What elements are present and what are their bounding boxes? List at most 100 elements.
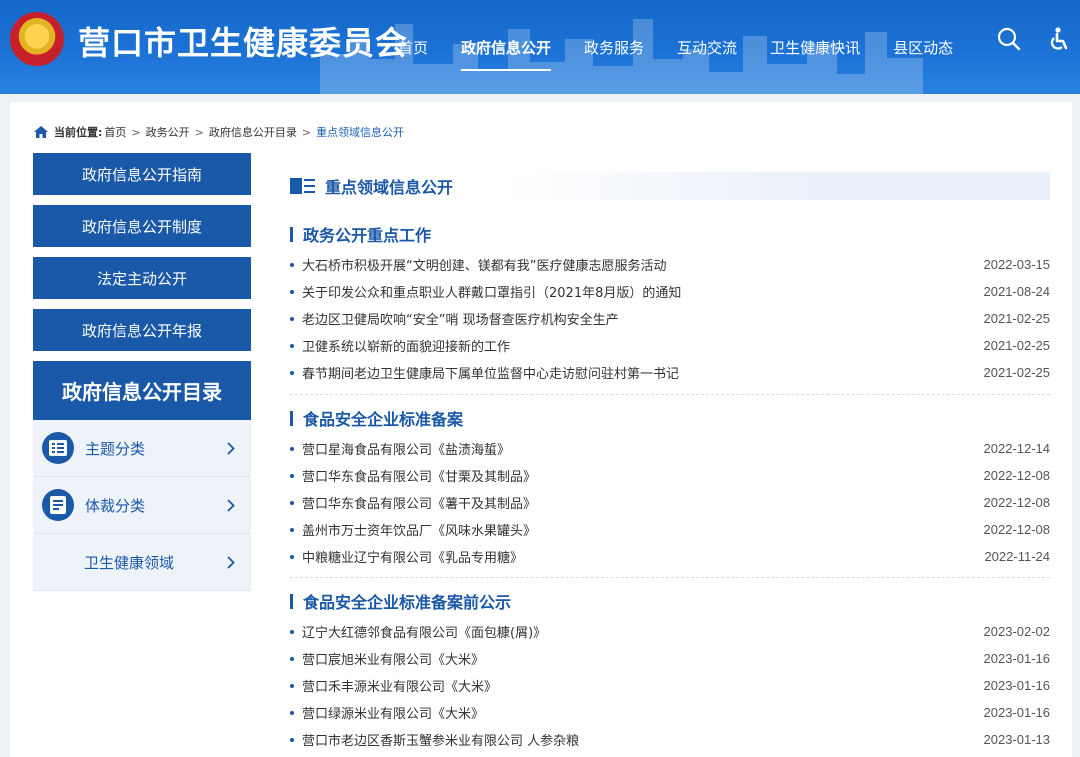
breadcrumb-catalog[interactable]: 政府信息公开目录 [209, 124, 297, 140]
news-title[interactable]: 卫健系统以崭新的面貌迎接新的工作 [302, 336, 510, 355]
search-icon[interactable] [996, 26, 1022, 52]
bullet [290, 737, 294, 742]
chevron-right-icon [227, 442, 235, 455]
sidebar-button-annual-report[interactable]: 政府信息公开年报 [33, 309, 251, 351]
catalog-heading: 政府信息公开目录 [33, 361, 251, 420]
breadcrumb-separator: > [194, 125, 204, 139]
list-title-icon [290, 178, 315, 194]
news-date: 2021-02-25 [983, 338, 1051, 353]
accessibility-icon[interactable] [1046, 26, 1072, 52]
sidebar-button-system[interactable]: 政府信息公开制度 [33, 205, 251, 247]
section-title: 食品安全企业标准备案前公示 [290, 589, 1050, 613]
catalog-item-topic[interactable]: 主题分类 [33, 420, 251, 477]
bullet [290, 316, 294, 321]
news-date: 2023-01-13 [983, 732, 1051, 747]
news-item[interactable]: 中粮糖业辽宁有限公司《乳品专用糖》 2022-11-24 [290, 543, 1050, 570]
bullet [290, 289, 294, 294]
nav-item-interaction[interactable]: 互动交流 [677, 23, 737, 72]
news-date: 2021-08-24 [983, 284, 1051, 299]
news-title[interactable]: 营口华东食品有限公司《薯干及其制品》 [302, 493, 536, 512]
news-title[interactable]: 营口宸旭米业有限公司《大米》 [302, 649, 484, 668]
news-title[interactable]: 营口华东食品有限公司《甘栗及其制品》 [302, 466, 536, 485]
news-title[interactable]: 营口禾丰源米业有限公司《大米》 [302, 676, 497, 695]
news-title[interactable]: 春节期间老边卫生健康局下属单位监督中心走访慰问驻村第一书记 [302, 363, 679, 382]
bullet [290, 656, 294, 661]
news-item[interactable]: 营口市老边区香斯玉蟹参米业有限公司 人参杂粮 2023-01-13 [290, 726, 1050, 753]
news-item[interactable]: 盖州市万士资年饮品厂《风味水果罐头》 2022-12-08 [290, 516, 1050, 543]
news-item[interactable]: 营口绿源米业有限公司《大米》 2023-01-16 [290, 699, 1050, 726]
news-title[interactable]: 中粮糖业辽宁有限公司《乳品专用糖》 [302, 547, 523, 566]
sidebar-button-guide[interactable]: 政府信息公开指南 [33, 153, 251, 195]
nav-item-county-news[interactable]: 县区动态 [893, 23, 953, 72]
news-item[interactable]: 卫健系统以崭新的面貌迎接新的工作 2021-02-25 [290, 332, 1050, 359]
catalog-item-health-domain[interactable]: 卫生健康领域 [33, 534, 251, 591]
chevron-right-icon [227, 556, 235, 569]
section-title: 政务公开重点工作 [290, 222, 1050, 246]
news-date: 2022-11-24 [984, 549, 1050, 564]
news-title[interactable]: 营口星海食品有限公司《盐渍海蜇》 [302, 439, 510, 458]
bullet [290, 683, 294, 688]
breadcrumb-current: 重点领域信息公开 [316, 126, 405, 139]
nav-item-home[interactable]: 首页 [398, 23, 428, 72]
news-item[interactable]: 辽宁大红德邻食品有限公司《面包糠(屑)》 2023-02-02 [290, 618, 1050, 645]
bullet [290, 710, 294, 715]
news-item[interactable]: 老边区卫健局吹响“安全”哨 现场督查医疗机构安全生产 2021-02-25 [290, 305, 1050, 332]
news-item[interactable]: 营口禾丰源米业有限公司《大米》 2023-01-16 [290, 672, 1050, 699]
news-title[interactable]: 营口市老边区香斯玉蟹参米业有限公司 人参杂粮 [302, 730, 579, 749]
news-list: 辽宁大红德邻食品有限公司《面包糠(屑)》 2023-02-02 营口宸旭米业有限公… [290, 618, 1050, 753]
news-title[interactable]: 辽宁大红德邻食品有限公司《面包糠(屑)》 [302, 622, 546, 641]
news-item[interactable]: 营口星海食品有限公司《盐渍海蜇》 2022-12-14 [290, 435, 1050, 462]
news-title[interactable]: 盖州市万士资年饮品厂《风味水果罐头》 [302, 520, 536, 539]
section-bar [290, 410, 293, 426]
main-panel: 当前位置: 首页 > 政务公开 > 政府信息公开目录 > 重点领域信息公开 政府… [10, 102, 1072, 757]
section-food-standard: 食品安全企业标准备案 营口星海食品有限公司《盐渍海蜇》 2022-12-14 营口… [290, 406, 1050, 570]
news-list: 营口星海食品有限公司《盐渍海蜇》 2022-12-14 营口华东食品有限公司《甘栗… [290, 435, 1050, 570]
news-title[interactable]: 老边区卫健局吹响“安全”哨 现场督查医疗机构安全生产 [302, 309, 619, 328]
section-title-text: 食品安全企业标准备案 [303, 410, 464, 429]
news-title[interactable]: 大石桥市积极开展“文明创建、镁都有我”医疗健康志愿服务活动 [302, 255, 666, 274]
news-date: 2022-03-15 [983, 257, 1051, 272]
news-title[interactable]: 关于印发公众和重点职业人群戴口罩指引（2021年8月版）的通知 [302, 282, 681, 301]
site-title: 营口市卫生健康委员会 [78, 24, 409, 62]
catalog-item-label: 体裁分类 [85, 496, 146, 515]
nav-item-services[interactable]: 政务服务 [584, 23, 644, 72]
catalog-item-genre[interactable]: 体裁分类 [33, 477, 251, 534]
news-date: 2022-12-08 [983, 522, 1051, 537]
site-header: 营口市卫生健康委员会 首页 政府信息公开 政务服务 互动交流 卫生健康快讯 县区… [0, 0, 1080, 94]
news-date: 2023-01-16 [983, 651, 1051, 666]
bullet [290, 500, 294, 505]
sidebar-button-statutory[interactable]: 法定主动公开 [33, 257, 251, 299]
section-food-prepublicity: 食品安全企业标准备案前公示 辽宁大红德邻食品有限公司《面包糠(屑)》 2023-0… [290, 589, 1050, 753]
bullet [290, 343, 294, 348]
content-area: 重点领域信息公开 政务公开重点工作 大石桥市积极开展“文明创建、镁都有我”医疗健… [290, 172, 1050, 749]
news-item[interactable]: 营口宸旭米业有限公司《大米》 2023-01-16 [290, 645, 1050, 672]
chevron-right-icon [227, 499, 235, 512]
news-item[interactable]: 营口华东食品有限公司《薯干及其制品》 2022-12-08 [290, 489, 1050, 516]
news-date: 2023-02-02 [983, 624, 1051, 639]
breadcrumb-label: 当前位置: [54, 126, 103, 139]
news-date: 2022-12-08 [983, 495, 1051, 510]
breadcrumb-separator: > [301, 125, 312, 139]
news-item[interactable]: 大石桥市积极开展“文明创建、镁都有我”医疗健康志愿服务活动 2022-03-15 [290, 251, 1050, 278]
news-date: 2021-02-25 [983, 365, 1051, 380]
main-nav: 首页 政府信息公开 政务服务 互动交流 卫生健康快讯 县区动态 [398, 0, 986, 94]
news-item[interactable]: 营口华东食品有限公司《甘栗及其制品》 2022-12-08 [290, 462, 1050, 489]
section-title-text: 政务公开重点工作 [303, 226, 432, 245]
bullet [290, 527, 294, 532]
news-date: 2023-01-16 [983, 678, 1051, 693]
bullet [290, 629, 294, 634]
nav-item-health-news[interactable]: 卫生健康快讯 [770, 23, 860, 72]
nav-item-gov-info[interactable]: 政府信息公开 [461, 23, 552, 72]
home-icon [34, 126, 48, 138]
breadcrumb-home[interactable]: 首页 [104, 124, 126, 140]
bullet [290, 554, 294, 559]
news-item[interactable]: 关于印发公众和重点职业人群戴口罩指引（2021年8月版）的通知 2021-08-2… [290, 278, 1050, 305]
bullet [290, 262, 294, 267]
section-bar [290, 593, 293, 609]
section-key-work: 政务公开重点工作 大石桥市积极开展“文明创建、镁都有我”医疗健康志愿服务活动 20… [290, 222, 1050, 386]
news-title[interactable]: 营口绿源米业有限公司《大米》 [302, 703, 484, 722]
breadcrumb-gov-affairs[interactable]: 政务公开 [146, 124, 190, 140]
catalog-item-label: 主题分类 [85, 439, 146, 458]
news-date: 2023-01-16 [983, 705, 1051, 720]
news-item[interactable]: 春节期间老边卫生健康局下属单位监督中心走访慰问驻村第一书记 2021-02-25 [290, 359, 1050, 386]
